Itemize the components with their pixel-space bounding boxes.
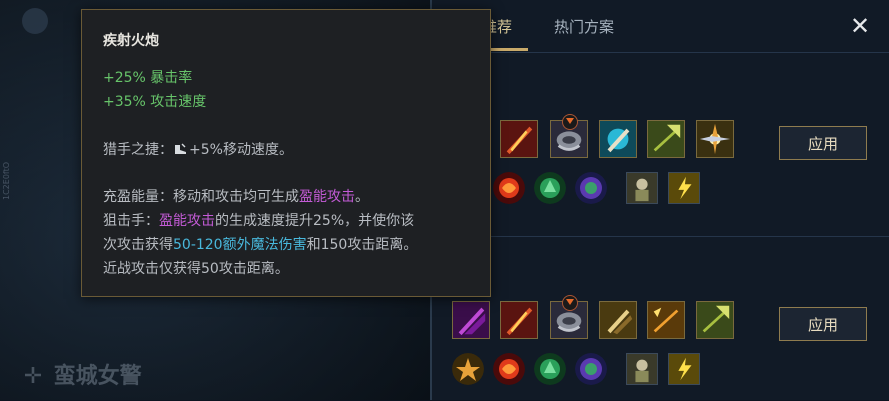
bloodthirster-icon[interactable] [647, 120, 685, 158]
desc-highlight: 盈能攻击 [299, 189, 355, 205]
desc-text: 的生成速度提升25%，并使你该 [215, 213, 415, 229]
flash-spell-icon[interactable] [668, 172, 700, 204]
runaans-hurricane-icon[interactable] [647, 301, 685, 339]
champion-name: 蛮城女警 [53, 364, 142, 389]
core-item-marker-icon [562, 295, 578, 311]
quicksilver-icon[interactable] [599, 301, 637, 339]
arcane-comet-rune-icon[interactable] [493, 172, 525, 204]
desc-text: 次攻击获得 [103, 237, 173, 253]
desc-text: 。 [355, 189, 369, 205]
infinity-edge-icon[interactable] [500, 301, 538, 339]
hunter-spell-icon[interactable] [626, 353, 658, 385]
tooltip-desc-line-3: 次攻击获得50-120额外魔法伤害和150攻击距离。 [103, 234, 417, 254]
infinity-edge-icon[interactable] [500, 120, 538, 158]
desc-highlight: 盈能攻击 [159, 213, 215, 229]
sorcery-rune-icon[interactable] [534, 172, 566, 204]
apply-button[interactable]: 应用 [779, 307, 867, 341]
tooltip-stat-attack-speed: +35% 攻击速度 [103, 94, 207, 110]
profile-avatar-icon [22, 8, 48, 34]
flash-spell-icon[interactable] [668, 353, 700, 385]
apply-button[interactable]: 应用 [779, 126, 867, 160]
build-section-2: ··出 应用 [432, 236, 889, 401]
plus-icon: ✛ [23, 364, 43, 389]
tooltip-stat-crit: +25% 暴击率 [103, 70, 193, 86]
desc-text: 狙击手： [103, 213, 159, 229]
core-item-marker-icon [562, 114, 578, 130]
close-icon[interactable]: ✕ [846, 12, 874, 40]
domination-rune-icon[interactable] [575, 353, 607, 385]
champion-name-label: ✛ 蛮城女警 [20, 358, 142, 390]
build-section-1: ··出 应用 [432, 62, 889, 232]
tooltip-passive-line: 猎手之捷： +5%移动速度。 [103, 139, 293, 159]
desc-text: 充盈能量：移动和攻击均可生成 [103, 189, 299, 205]
tooltip-desc-line-4: 近战攻击仅获得50攻击距离。 [103, 261, 289, 277]
tab-bar: 官方推荐 热门方案 ✕ [432, 0, 889, 53]
sorcery-rune-icon[interactable] [534, 353, 566, 385]
domination-rune-icon[interactable] [575, 172, 607, 204]
tooltip-desc-line-1: 充盈能量：移动和攻击均可生成盈能攻击。 [103, 186, 369, 206]
hunter-spell-icon[interactable] [626, 172, 658, 204]
precision-rune-icon[interactable] [452, 353, 484, 385]
desc-text: 和150攻击距离。 [306, 237, 418, 253]
quicksilver-icon[interactable] [599, 120, 637, 158]
tab-popular-builds[interactable]: 热门方案 [554, 16, 614, 37]
navori-icon[interactable] [696, 120, 734, 158]
item-tooltip: 疾射火炮 +25% 暴击率 +35% 攻击速度 猎手之捷： +5%移动速度。 充盈… [81, 9, 491, 297]
build-panel: 官方推荐 热门方案 ✕ ··出 应用 [432, 0, 889, 400]
bow-icon[interactable] [452, 301, 490, 339]
bloodthirster-icon[interactable] [696, 301, 734, 339]
tooltip-title: 疾射火炮 [103, 33, 159, 49]
passive-label: 猎手之捷： [103, 142, 173, 158]
passive-value: +5%移动速度。 [189, 142, 293, 158]
arcane-comet-rune-icon[interactable] [493, 353, 525, 385]
tooltip-desc-line-2: 狙击手：盈能攻击的生成速度提升25%，并使你该 [103, 210, 414, 230]
side-code: 1C2E0ftO [2, 161, 11, 200]
boots-icon [175, 143, 186, 154]
desc-highlight: 50-120额外魔法伤害 [173, 237, 307, 253]
